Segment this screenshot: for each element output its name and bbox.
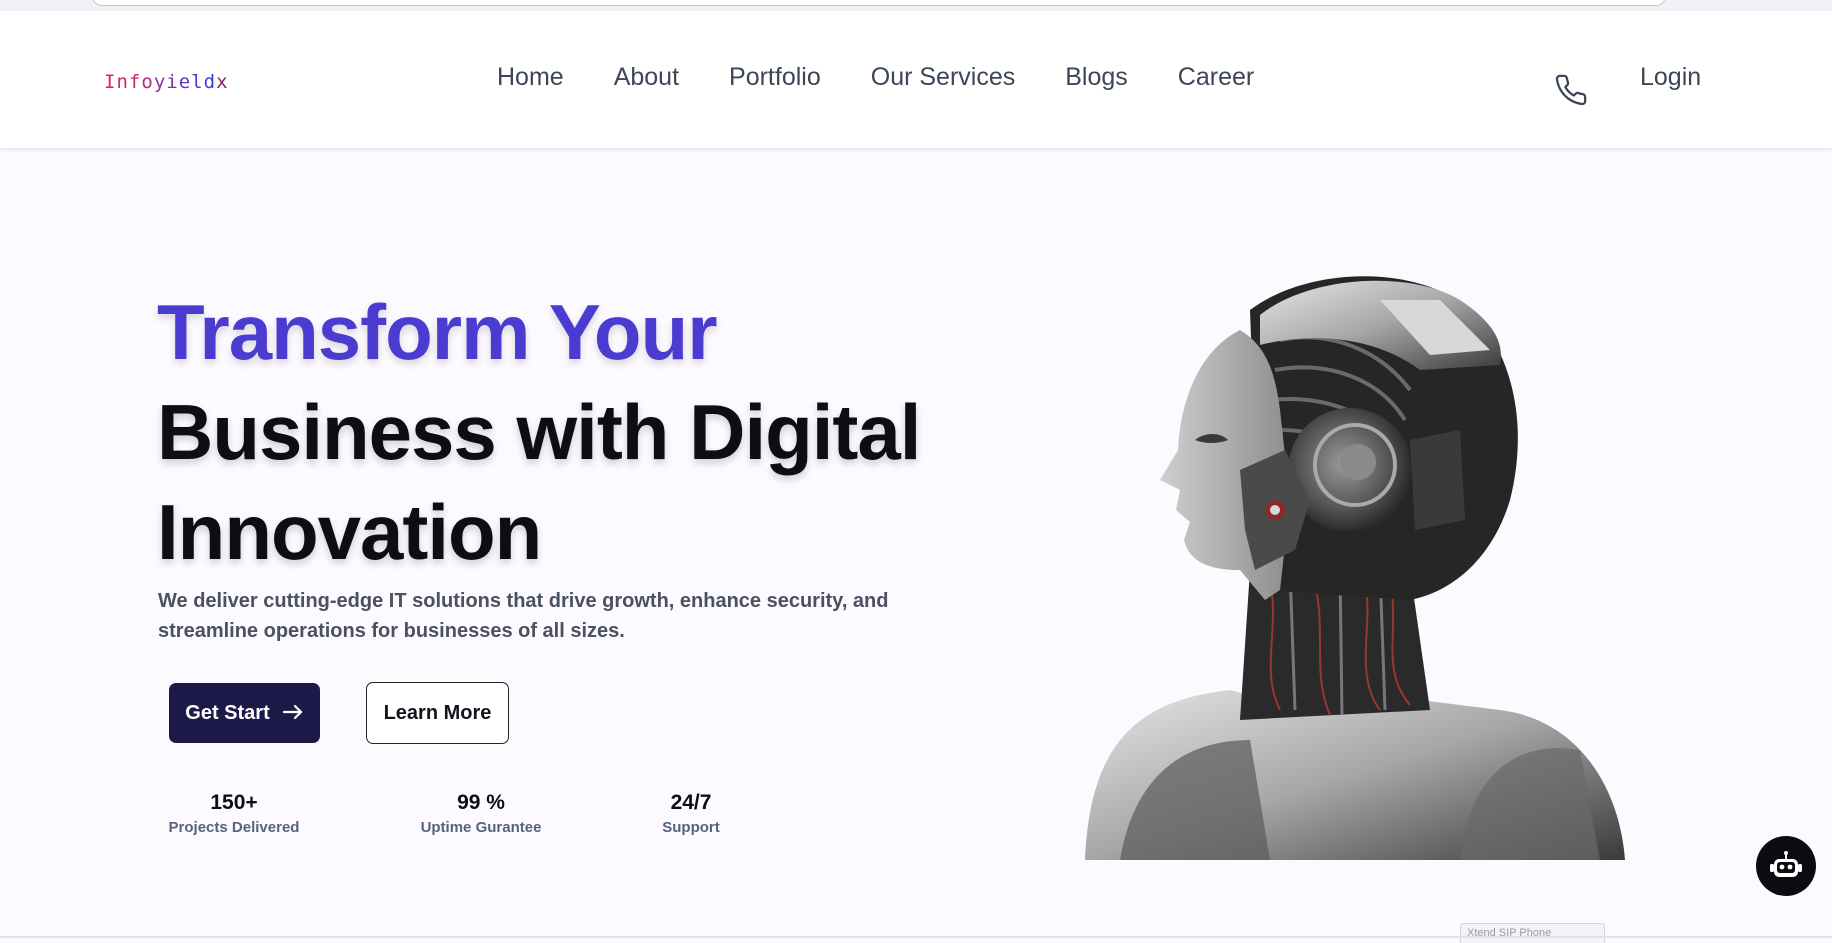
nav-our-services[interactable]: Our Services <box>871 63 1015 92</box>
logo-letter: e <box>178 71 192 93</box>
stat-label: Support <box>662 819 720 836</box>
nav-home[interactable]: Home <box>497 63 564 92</box>
nav-blogs[interactable]: Blogs <box>1065 63 1128 92</box>
logo-letter: x <box>216 71 229 93</box>
arrow-right-icon <box>282 700 304 726</box>
stat-value: 24/7 <box>670 791 712 814</box>
logo-letter: i <box>166 71 179 93</box>
stat-label: Projects Delivered <box>168 819 300 836</box>
stat-uptime: 99 % Uptime Gurantee <box>418 790 544 838</box>
logo-letter: I <box>104 71 117 93</box>
site-header: Infoyieldx Home About Portfolio Our Serv… <box>0 11 1832 149</box>
stat-value: 99 % <box>457 791 505 814</box>
learn-more-button[interactable]: Learn More <box>366 682 509 744</box>
robot-illustration <box>1080 270 1640 860</box>
hero-title-line1: Transform Your <box>157 288 718 376</box>
hero-title-line2: Business with Digital <box>157 388 921 476</box>
get-start-button[interactable]: Get Start <box>169 683 320 743</box>
main-nav: Home About Portfolio Our Services Blogs … <box>497 63 1254 92</box>
phone-icon[interactable] <box>1554 73 1588 107</box>
stat-support: 24/7 Support <box>655 790 727 838</box>
logo-letter: y <box>153 71 167 93</box>
login-link[interactable]: Login <box>1640 63 1701 92</box>
sip-phone-tab[interactable]: Xtend SIP Phone <box>1460 923 1605 943</box>
get-start-label: Get Start <box>185 701 270 724</box>
logo-letter: d <box>203 71 217 93</box>
address-bar[interactable] <box>92 0 1666 6</box>
hero-description: We deliver cutting-edge IT solutions tha… <box>158 590 889 642</box>
logo-letter: n <box>116 71 129 93</box>
nav-portfolio[interactable]: Portfolio <box>729 63 821 92</box>
stat-projects: 150+ Projects Delivered <box>167 790 301 838</box>
browser-top-strip <box>0 0 1832 11</box>
nav-career[interactable]: Career <box>1178 63 1254 92</box>
page-divider <box>0 936 1832 938</box>
brand-logo[interactable]: Infoyieldx <box>104 71 229 93</box>
hero-title-line3: Innovation <box>157 488 542 576</box>
logo-letter: o <box>141 71 154 93</box>
nav-about[interactable]: About <box>614 63 679 92</box>
logo-letter: l <box>191 71 204 93</box>
robot-chat-icon[interactable] <box>1756 836 1816 896</box>
hero-title: Transform Your Business with Digital Inn… <box>157 282 921 582</box>
stat-label: Uptime Gurantee <box>420 819 542 836</box>
stat-value: 150+ <box>210 791 258 814</box>
logo-letter: f <box>128 71 142 93</box>
